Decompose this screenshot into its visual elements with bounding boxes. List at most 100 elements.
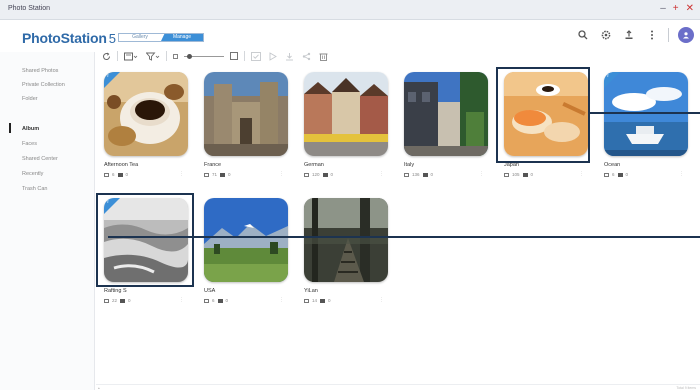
album-more-icon[interactable]: ⋮ <box>679 171 684 177</box>
download-icon[interactable] <box>283 50 296 62</box>
sidebar-item-shared-photos[interactable]: Shared Photos <box>22 68 58 74</box>
video-count-icon <box>120 298 126 303</box>
sidebar-item-album[interactable]: Album <box>22 126 39 132</box>
user-avatar-icon[interactable] <box>678 27 694 43</box>
video-count: 0 <box>430 172 434 177</box>
album-card-afternoon-tea[interactable]: ⇪ Afternoon Tea 6 0 ⋮ <box>96 72 188 178</box>
toolbar-divider <box>117 51 118 61</box>
thumbnail-size-slider[interactable] <box>184 50 224 62</box>
slider-handle[interactable] <box>187 53 192 59</box>
album-name: France <box>204 162 222 168</box>
header-divider <box>668 28 669 42</box>
album-meta: 6 0 ⋮ <box>604 171 688 178</box>
album-card-yilan[interactable]: YiLan 14 0 ⋮ <box>296 198 388 304</box>
album-more-icon[interactable]: ⋮ <box>179 297 184 303</box>
toolbar-divider <box>166 51 167 61</box>
video-count-icon <box>320 298 326 303</box>
photo-count: 6 <box>112 172 115 177</box>
photo-count: 105 <box>512 172 520 177</box>
photo-count: 136 <box>412 172 420 177</box>
close-button[interactable]: ✕ <box>686 3 694 15</box>
sidebar-item-folder[interactable]: Folder <box>22 96 38 102</box>
display-mode-icon[interactable] <box>122 50 140 62</box>
sidebar-item-private-collection[interactable]: Private Collection <box>22 82 65 88</box>
album-name: German <box>304 162 324 168</box>
album-meta: 136 0 ⋮ <box>404 171 488 178</box>
delete-icon[interactable] <box>317 50 330 62</box>
sidebar-item-faces[interactable]: Faces <box>22 141 37 147</box>
photo-count-icon <box>304 172 309 177</box>
toolbar <box>100 48 330 64</box>
more-icon[interactable] <box>645 28 659 42</box>
callout-pointer-rafting <box>108 236 700 238</box>
refresh-icon[interactable] <box>100 50 113 62</box>
share-icon: ⇪ <box>606 73 610 78</box>
album-card-italy[interactable]: Italy 136 0 ⋮ <box>396 72 488 178</box>
sidebar-item-trash-can[interactable]: Trash Can <box>22 186 47 192</box>
album-meta: 105 0 ⋮ <box>504 171 588 178</box>
album-more-icon[interactable]: ⋮ <box>379 171 384 177</box>
callout-box-japan <box>496 67 590 163</box>
album-more-icon[interactable]: ⋮ <box>279 171 284 177</box>
album-card-usa[interactable]: USA 6 0 ⋮ <box>196 198 288 304</box>
status-bar-right: Total 9 items <box>676 386 696 390</box>
callout-box-rafting <box>96 193 194 287</box>
photo-count-icon <box>504 172 509 177</box>
video-count-icon <box>522 172 528 177</box>
album-more-icon[interactable]: ⋮ <box>579 171 584 177</box>
callout-pointer-japan <box>590 112 700 114</box>
photo-count: 71 <box>212 172 218 177</box>
active-indicator <box>9 123 11 133</box>
share-icon[interactable] <box>300 50 313 62</box>
photo-count: 6 <box>212 298 215 303</box>
video-count: 0 <box>625 172 629 177</box>
album-more-icon[interactable]: ⋮ <box>179 171 184 177</box>
mode-manage-tab[interactable]: Manage <box>161 34 203 41</box>
search-icon[interactable] <box>576 28 590 42</box>
sidebar-item-shared-center[interactable]: Shared Center <box>22 156 58 162</box>
album-card-german[interactable]: German 120 0 ⋮ <box>296 72 388 178</box>
album-card-france[interactable]: France 71 0 ⋮ <box>196 72 288 178</box>
photo-count-icon <box>104 298 109 303</box>
album-cover[interactable] <box>304 198 388 282</box>
settings-icon[interactable] <box>599 28 613 42</box>
filter-icon[interactable] <box>144 50 162 62</box>
album-name: YiLan <box>304 288 318 294</box>
album-cover[interactable] <box>404 72 488 156</box>
slideshow-icon[interactable] <box>267 50 279 62</box>
video-count: 0 <box>330 172 334 177</box>
album-more-icon[interactable]: ⋮ <box>279 297 284 303</box>
album-name: Afternoon Tea <box>104 162 139 168</box>
maximize-button[interactable]: + <box>673 3 679 15</box>
album-meta: 120 0 ⋮ <box>304 171 388 178</box>
album-more-icon[interactable]: ⋮ <box>379 297 384 303</box>
zoom-large-icon <box>228 50 240 62</box>
photo-count: 120 <box>312 172 320 177</box>
photo-count-icon <box>204 172 209 177</box>
video-count-icon <box>220 172 226 177</box>
album-cover[interactable] <box>204 198 288 282</box>
album-cover[interactable] <box>304 72 388 156</box>
window-controls: – + ✕ <box>660 3 694 15</box>
status-bar-left: ▴ <box>98 386 100 390</box>
video-count: 0 <box>328 298 331 303</box>
album-meta: 71 0 ⋮ <box>204 171 288 178</box>
album-cover[interactable] <box>204 72 288 156</box>
album-card-ocean[interactable]: ⇪ Ocean 6 0 ⋮ <box>596 72 688 178</box>
album-cover[interactable]: ⇪ <box>604 72 688 156</box>
window-title-bar: Photo Station – + ✕ <box>0 0 700 20</box>
zoom-small-icon <box>171 50 180 62</box>
album-name: Japan <box>504 162 519 168</box>
upload-icon[interactable] <box>622 28 636 42</box>
share-icon: ⇪ <box>106 73 110 78</box>
video-count-icon <box>217 298 223 303</box>
minimize-button[interactable]: – <box>660 3 666 15</box>
select-all-icon[interactable] <box>249 50 263 62</box>
album-more-icon[interactable]: ⋮ <box>479 171 484 177</box>
album-meta: 14 0 ⋮ <box>304 297 388 304</box>
mode-gallery-tab[interactable]: Gallery <box>119 34 161 41</box>
album-cover[interactable]: ⇪ <box>104 72 188 156</box>
sidebar-item-recently[interactable]: Recently <box>22 171 43 177</box>
mode-switch: Gallery Manage <box>118 33 204 42</box>
photo-count: 6 <box>612 172 615 177</box>
